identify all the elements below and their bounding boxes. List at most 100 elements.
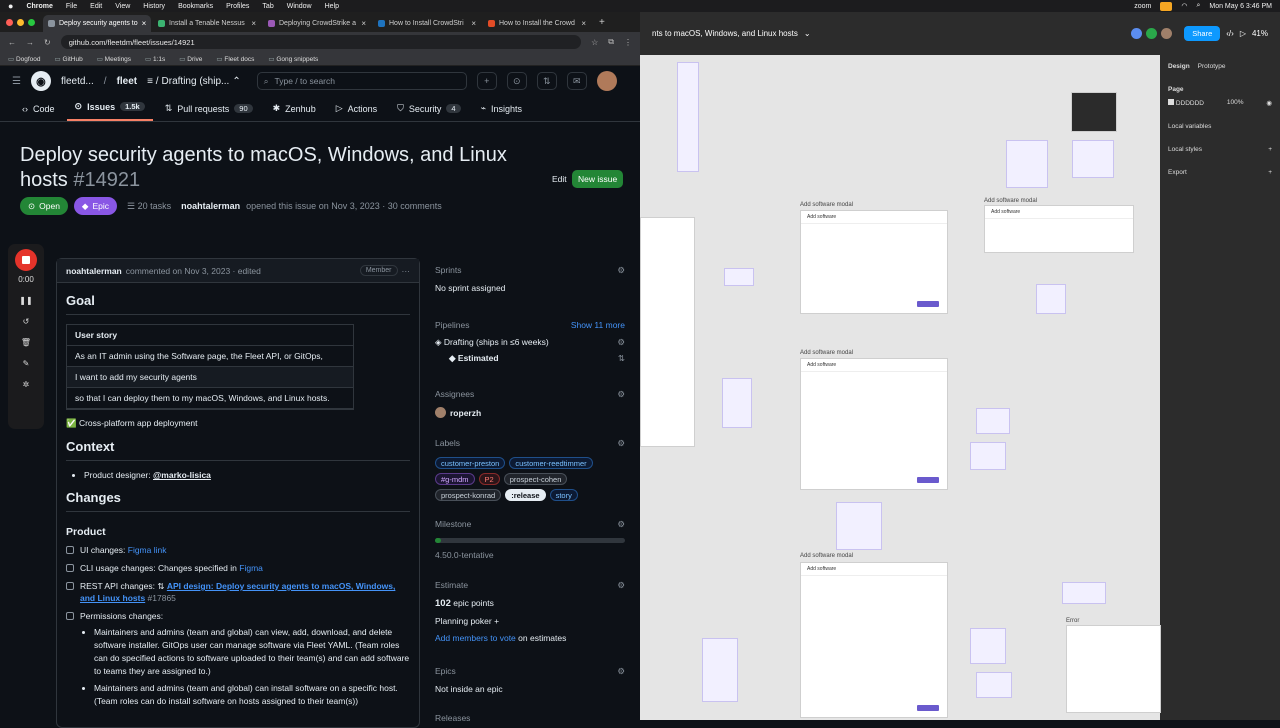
dev-mode-icon[interactable]: ‹/› [1226,29,1234,38]
color-swatch[interactable] [1168,99,1174,105]
pipeline-value[interactable]: Drafting (ships in ≤6 weeks) [444,337,549,347]
tab-insights[interactable]: ⌁ Insights [473,103,530,121]
label-badge[interactable]: prospect-cohen [503,473,568,485]
create-new-button[interactable]: + [476,72,497,90]
add-icon[interactable]: + [1268,169,1272,176]
search-input[interactable]: ⌕ Type / to search [256,72,467,90]
menu-file[interactable]: File [66,3,77,10]
frame-label[interactable]: Error [1066,618,1079,624]
bookmark-item[interactable]: Meetings [97,55,131,63]
inbox-icon[interactable]: ✉ [566,72,587,90]
pause-icon[interactable]: ❚❚ [19,296,32,305]
zoom-app-icon[interactable] [1160,1,1173,11]
eye-icon[interactable]: ◉ [1266,99,1272,107]
minimize-window-button[interactable] [17,18,24,26]
gear-icon[interactable]: ⚙ [617,438,625,449]
sticky-note[interactable] [1036,284,1066,314]
local-variables[interactable]: Local variables [1168,123,1211,130]
menu-edit[interactable]: Edit [90,3,102,10]
datetime[interactable]: Mon May 6 3:46 PM [1209,3,1272,10]
trash-icon[interactable]: 🗑 [21,338,31,347]
task-checkbox[interactable] [66,546,74,554]
close-icon[interactable]: × [142,19,147,28]
bookmark-item[interactable]: Drive [179,55,202,63]
avatar[interactable] [1161,28,1173,39]
gear-icon[interactable]: ⚙ [617,265,625,276]
restart-icon[interactable]: ↺ [23,317,30,326]
frame-label[interactable]: Add software modal [800,350,853,356]
browser-tab[interactable]: How to Install CrowdStri × [373,15,481,32]
effects-icon[interactable]: ✲ [23,380,30,389]
comment-author[interactable]: noahtalerman [66,266,122,276]
label-badge[interactable]: prospect-konrad [435,489,502,501]
sticky-note[interactable] [836,502,882,550]
add-icon[interactable]: + [494,616,499,626]
figma-link[interactable]: Figma [239,563,263,573]
epic-badge[interactable]: ◆ Epic [73,197,118,215]
apple-icon[interactable]: ● [8,1,13,11]
draw-icon[interactable]: ✎ [23,359,30,368]
sticky-note[interactable] [970,628,1006,664]
tasks-count[interactable]: ☰ 20 tasks [127,201,171,212]
close-icon[interactable]: × [471,19,476,28]
sticky-note[interactable] [976,672,1012,698]
repo-owner[interactable]: fleetd... [61,76,94,87]
pin-icon[interactable]: ⇅ [618,353,625,364]
label-badge[interactable]: customer-preston [435,457,506,469]
hamburger-icon[interactable]: ☰ [12,76,21,87]
gear-icon[interactable]: ⚙ [617,580,625,591]
add-software-modal-frame[interactable]: Add software [984,205,1134,253]
page-color[interactable]: DDDDDD [1176,100,1204,107]
frame-label[interactable]: Add software modal [800,553,853,559]
sticky-note[interactable] [970,442,1006,470]
gear-icon[interactable]: ⚙ [617,519,625,530]
sticky-note[interactable] [724,268,754,286]
stop-recording-button[interactable] [15,249,37,271]
frame-label[interactable]: Add software modal [800,202,853,208]
issues-icon[interactable]: ⊙ [506,72,527,90]
pr-number[interactable]: #17865 [148,593,176,603]
label-badge[interactable]: #g-mdm [435,473,475,485]
menu-help[interactable]: Help [325,3,339,10]
close-window-button[interactable] [6,18,13,26]
avatar[interactable] [596,71,617,91]
menu-profiles[interactable]: Profiles [226,3,249,10]
sticky-note[interactable] [1072,140,1114,178]
close-icon[interactable]: × [361,19,366,28]
tab-security[interactable]: ⛉ Security 4 [389,103,468,121]
add-software-modal-frame[interactable]: Add software [800,562,948,718]
menu-tab[interactable]: Tab [262,3,273,10]
assignee-name[interactable]: roperzh [450,408,481,418]
play-icon[interactable]: ▷ [1240,29,1246,38]
pull-requests-icon[interactable]: ⇅ [536,72,557,90]
search-icon[interactable]: ⌕ [1196,2,1200,10]
repo-name[interactable]: fleet [117,76,138,87]
show-more-link[interactable]: Show 11 more [571,320,625,330]
sticky-note[interactable] [976,408,1010,434]
bookmark-item[interactable]: Gong snippets [268,55,318,63]
reload-icon[interactable]: ↻ [44,38,51,47]
bookmark-item[interactable]: 1:1s [145,55,165,63]
maximize-window-button[interactable] [28,18,35,26]
design-frame[interactable] [1071,92,1117,132]
designer-mention[interactable]: @marko-lisica [153,470,211,480]
figma-link[interactable]: Figma link [128,545,167,555]
browser-tab[interactable]: Install a Tenable Nessus × [153,15,261,32]
menu-view[interactable]: View [115,3,130,10]
tab-actions[interactable]: ▷ Actions [328,103,385,121]
task-checkbox[interactable] [66,582,74,590]
avatar[interactable] [1146,28,1158,39]
menu-bookmarks[interactable]: Bookmarks [178,3,213,10]
browser-tab[interactable]: Deploy security agents to × [43,15,151,32]
browser-tab[interactable]: Deploying CrowdStrike a × [263,15,371,32]
browser-tab[interactable]: How to Install the Crowd × [483,15,591,32]
page-opacity[interactable]: 100% [1227,99,1244,107]
forward-icon[interactable]: → [26,38,34,47]
kebab-icon[interactable]: ··· [402,266,411,276]
label-badge[interactable]: story [549,489,578,501]
bookmark-item[interactable]: Dogfood [8,55,41,63]
edit-button[interactable]: Edit [546,170,573,188]
menubar-app[interactable]: Chrome [26,3,52,10]
extensions-icon[interactable]: ⧉ [608,37,614,47]
milestone-value[interactable]: 4.50.0-tentative [435,550,625,560]
